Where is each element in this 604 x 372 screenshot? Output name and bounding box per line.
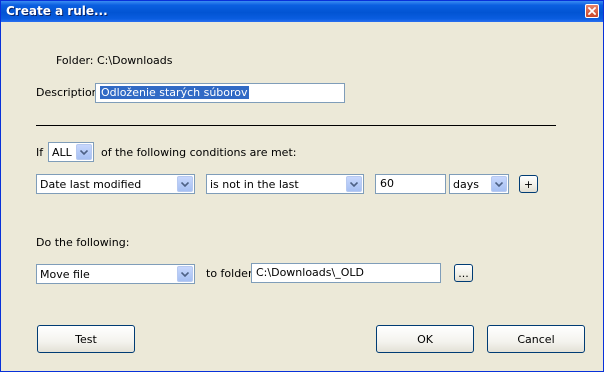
action-type-dropdown[interactable]: Move file: [36, 264, 195, 284]
condition-operator-dropdown[interactable]: is not in the last: [206, 174, 364, 194]
chevron-down-icon[interactable]: [491, 176, 507, 192]
browse-folder-button[interactable]: ...: [454, 264, 473, 282]
section-divider: [36, 125, 556, 126]
chevron-down-icon[interactable]: [346, 176, 362, 192]
description-label: Description:: [36, 86, 103, 99]
target-folder-field[interactable]: C:\Downloads\_OLD: [251, 263, 441, 283]
close-icon: [588, 7, 596, 15]
action-type-value: Move file: [40, 268, 90, 281]
cancel-button[interactable]: Cancel: [487, 325, 585, 353]
ok-button-label: OK: [417, 332, 433, 346]
conditions-suffix-label: of the following conditions are met:: [101, 146, 297, 159]
actions-label: Do the following:: [36, 236, 130, 249]
chevron-down-icon[interactable]: [177, 176, 193, 192]
add-condition-button[interactable]: +: [519, 175, 538, 193]
condition-field-dropdown[interactable]: Date last modified: [36, 174, 195, 194]
create-rule-dialog: Create a rule... Folder: C:\Downloads De…: [0, 0, 604, 372]
test-button[interactable]: Test: [37, 325, 135, 353]
target-folder-value: C:\Downloads\_OLD: [256, 266, 364, 279]
chevron-down-icon[interactable]: [177, 266, 193, 282]
condition-unit-dropdown[interactable]: days: [449, 174, 509, 194]
description-field[interactable]: Odloženie starých súborov: [95, 83, 345, 103]
close-button[interactable]: [585, 4, 599, 18]
match-type-dropdown[interactable]: ALL: [48, 142, 94, 162]
if-label: If: [36, 146, 44, 159]
ok-button[interactable]: OK: [376, 325, 474, 353]
condition-field-value: Date last modified: [40, 178, 142, 191]
condition-unit-value: days: [453, 178, 479, 191]
condition-amount-field[interactable]: 60: [375, 174, 446, 194]
description-value: Odloženie starých súborov: [100, 86, 249, 99]
test-button-label: Test: [75, 332, 97, 346]
cancel-button-label: Cancel: [517, 332, 555, 346]
to-folder-label: to folder:: [206, 267, 256, 280]
condition-operator-value: is not in the last: [210, 178, 299, 191]
chevron-down-icon[interactable]: [76, 144, 92, 160]
browse-label: ...: [458, 266, 469, 280]
title-bar[interactable]: Create a rule...: [1, 1, 603, 22]
plus-icon: +: [523, 177, 534, 191]
match-type-value: ALL: [52, 146, 72, 159]
condition-amount-value: 60: [380, 177, 394, 190]
folder-label: Folder: C:\Downloads: [56, 54, 173, 67]
window-title: Create a rule...: [6, 4, 108, 18]
